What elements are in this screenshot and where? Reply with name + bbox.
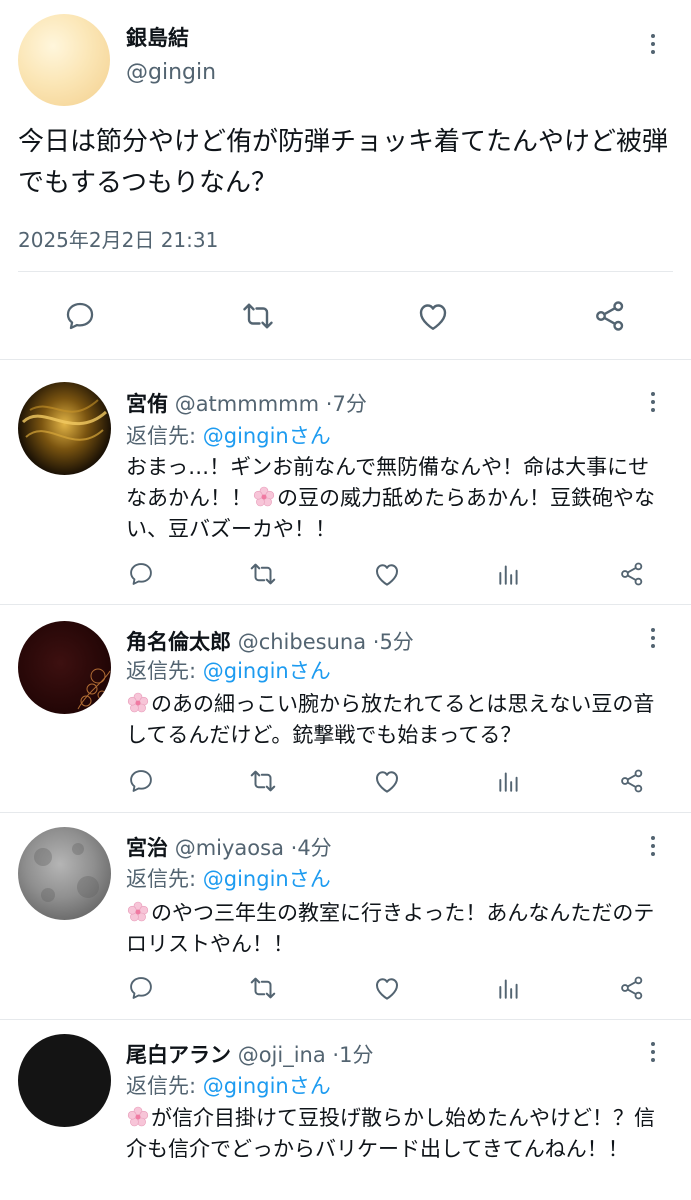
retweet-icon[interactable] — [245, 970, 281, 1006]
more-options-button[interactable] — [641, 626, 665, 650]
avatar[interactable] — [18, 621, 111, 714]
cherry-blossom-icon — [127, 901, 149, 922]
reply-icon[interactable] — [60, 296, 100, 336]
cherry-blossom-icon — [127, 1106, 149, 1127]
retweet-icon[interactable] — [238, 296, 278, 336]
more-options-button[interactable] — [641, 390, 665, 414]
author-name[interactable]: 宮侑 — [126, 392, 168, 416]
reply-to-link[interactable]: @ginginさん — [203, 659, 331, 683]
share-icon[interactable] — [590, 296, 630, 336]
more-options-button[interactable] — [641, 1040, 665, 1064]
tweet-timestamp[interactable]: 2025年2月2日 21:31 — [18, 224, 218, 253]
reply-text-part: のあの細っこい腕から放たれてるとは思えない豆の音してるんだけど。銃撃戦でも始まっ… — [126, 692, 655, 747]
reply-header: 尾白アラン @oji_ina ·1分 — [126, 1039, 373, 1069]
author-name[interactable]: 尾白アラン — [126, 1043, 231, 1067]
reply-text: おまっ…！ギンお前なんで無防備なんや！命は大事にせなあかん！！ の豆の威力舐めたら… — [126, 452, 666, 545]
views-icon[interactable] — [491, 970, 527, 1006]
cherry-blossom-icon — [127, 692, 149, 713]
reply-to-prefix: 返信先: — [126, 659, 203, 683]
author-handle[interactable]: @chibesuna — [238, 630, 366, 654]
avatar[interactable] — [18, 382, 111, 475]
reply-icon[interactable] — [123, 970, 159, 1006]
reply-to-link[interactable]: @ginginさん — [203, 1074, 331, 1098]
share-icon[interactable] — [614, 970, 650, 1006]
retweet-icon[interactable] — [245, 763, 281, 799]
reply-time[interactable]: 5分 — [379, 630, 413, 654]
share-icon[interactable] — [614, 556, 650, 592]
reply-tweet[interactable]: 角名倫太郎 @chibesuna ·5分 返信先: @ginginさん のあの細… — [0, 605, 691, 813]
share-icon[interactable] — [614, 763, 650, 799]
reply-time[interactable]: 1分 — [339, 1043, 373, 1067]
reply-header: 宮侑 @atmmmmm ·7分 — [126, 388, 367, 418]
tweet-text: 今日は節分やけど侑が防弾チョッキ着てたんやけど被弾でもするつもりなん？ — [18, 127, 669, 198]
more-options-button[interactable] — [641, 32, 665, 56]
cherry-blossom-icon — [253, 486, 275, 507]
avatar[interactable] — [18, 827, 111, 920]
like-icon[interactable] — [413, 296, 453, 336]
author-name[interactable]: 銀島結 — [126, 22, 189, 52]
avatar[interactable] — [18, 14, 110, 106]
like-icon[interactable] — [369, 763, 405, 799]
reply-text: のやつ三年生の教室に行きよった！あんなんただのテロリストやん！！ — [126, 898, 666, 960]
reply-to-prefix: 返信先: — [126, 867, 203, 891]
reply-tweet[interactable]: 尾白アラン @oji_ina ·1分 返信先: @ginginさん が信介目掛け… — [0, 1020, 691, 1200]
reply-tweet[interactable]: 宮治 @miyaosa ·4分 返信先: @ginginさん のやつ三年生の教室… — [0, 813, 691, 1020]
main-tweet: 銀島結 @gingin 今日は節分やけど侑が防弾チョッキ着てたんやけど被弾でもす… — [0, 0, 691, 360]
reply-text-part: が信介目掛けて豆投げ散らかし始めたんやけど！？信介も信介でどっからバリケード出し… — [126, 1106, 655, 1161]
reply-icon[interactable] — [123, 763, 159, 799]
reply-text-part: のやつ三年生の教室に行きよった！あんなんただのテロリストやん！！ — [126, 901, 655, 956]
reply-tweet[interactable]: 宮侑 @atmmmmm ·7分 返信先: @ginginさん おまっ…！ギンお前… — [0, 360, 691, 605]
reply-to-prefix: 返信先: — [126, 1074, 203, 1098]
reply-header: 角名倫太郎 @chibesuna ·5分 — [126, 626, 414, 656]
more-options-button[interactable] — [641, 834, 665, 858]
divider — [18, 271, 673, 272]
author-name[interactable]: 宮治 — [126, 836, 168, 860]
reply-to: 返信先: @ginginさん — [126, 863, 331, 893]
author-handle[interactable]: @oji_ina — [238, 1043, 326, 1067]
reply-actions — [0, 763, 691, 803]
reply-text: が信介目掛けて豆投げ散らかし始めたんやけど！？信介も信介でどっからバリケード出し… — [126, 1103, 666, 1165]
avatar[interactable] — [18, 1034, 111, 1127]
reply-time[interactable]: 7分 — [332, 392, 366, 416]
reply-actions — [0, 970, 691, 1010]
tweet-actions — [0, 290, 691, 342]
reply-to: 返信先: @ginginさん — [126, 655, 331, 685]
reply-to: 返信先: @ginginさん — [126, 1070, 331, 1100]
reply-time[interactable]: 4分 — [297, 836, 331, 860]
retweet-icon[interactable] — [245, 556, 281, 592]
author-handle[interactable]: @miyaosa — [175, 836, 284, 860]
reply-to-link[interactable]: @ginginさん — [203, 424, 331, 448]
author-handle[interactable]: @atmmmmm — [175, 392, 319, 416]
reply-text: のあの細っこい腕から放たれてるとは思えない豆の音してるんだけど。銃撃戦でも始まっ… — [126, 689, 666, 751]
reply-to-link[interactable]: @ginginさん — [203, 867, 331, 891]
reply-to-prefix: 返信先: — [126, 424, 203, 448]
reply-icon[interactable] — [123, 556, 159, 592]
author-handle[interactable]: @gingin — [126, 60, 216, 85]
views-icon[interactable] — [491, 763, 527, 799]
reply-to: 返信先: @ginginさん — [126, 420, 331, 450]
views-icon[interactable] — [491, 556, 527, 592]
reply-actions — [0, 556, 691, 596]
like-icon[interactable] — [369, 556, 405, 592]
like-icon[interactable] — [369, 970, 405, 1006]
reply-header: 宮治 @miyaosa ·4分 — [126, 832, 332, 862]
author-name[interactable]: 角名倫太郎 — [126, 630, 231, 654]
